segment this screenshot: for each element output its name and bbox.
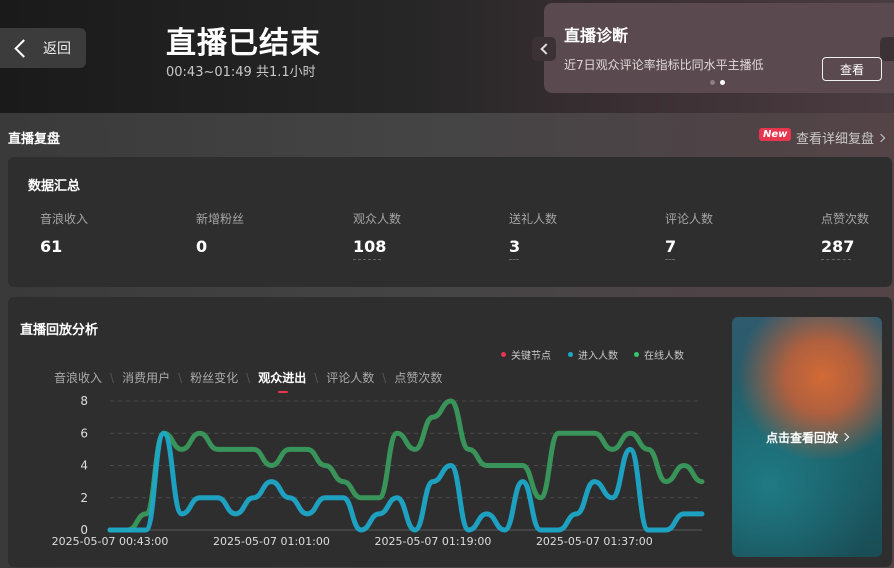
y-tick-label: 6 [80, 426, 88, 440]
y-tick-label: 8 [80, 394, 88, 408]
summary-title: 数据汇总 [28, 179, 81, 194]
carousel-dot-active[interactable] [720, 80, 725, 85]
view-diagnosis-button[interactable]: 查看 [822, 57, 882, 81]
carousel-next-button[interactable] [880, 37, 894, 61]
metric-label: 音浪收入 [40, 212, 89, 226]
x-tick-label: 2025-05-07 00:43:00 [52, 535, 169, 548]
y-tick-label: 2 [80, 491, 88, 505]
replay-label: 点击查看回放 [765, 430, 838, 445]
metric-value: 0 [196, 237, 208, 256]
metric-underline [353, 256, 381, 260]
metric-label: 评论人数 [665, 212, 714, 226]
diagnosis-description: 近7日观众评论率指标比同水平主播低 [564, 58, 764, 72]
metric-value: 3 [509, 237, 521, 256]
metric-commenters[interactable]: 评论人数 7 [665, 210, 713, 260]
back-button[interactable]: 返回 [0, 28, 86, 68]
detailed-review-link[interactable]: 查看详细复盘 [796, 128, 886, 147]
metric-value: 61 [40, 237, 63, 256]
metric-value: 108 [353, 237, 387, 256]
carousel-dots [710, 80, 725, 85]
metric-label: 观众人数 [353, 212, 402, 226]
viewer-flow-chart: 024682025-05-07 00:43:00 2025-05-07 01:01… [52, 394, 705, 548]
metric-revenue: 音浪收入 61 [40, 210, 88, 256]
live-duration: 00:43~01:49 共1.1小时 [166, 65, 316, 80]
y-tick-label: 4 [80, 459, 88, 473]
new-badge: New [759, 128, 792, 141]
diagnosis-title: 直播诊断 [564, 26, 629, 45]
x-tick-label: 2025-05-07 01:01:00 [213, 535, 330, 548]
detailed-review-label: 查看详细复盘 [796, 132, 875, 147]
metric-underline [821, 256, 851, 260]
x-tick-label: 2025-05-07 01:19:00 [374, 535, 491, 548]
chevron-right-icon [876, 133, 886, 142]
metric-viewers[interactable]: 观众人数 108 [353, 210, 401, 260]
metric-new-fans: 新增粉丝 0 [196, 210, 244, 256]
metric-value: 7 [665, 237, 677, 256]
metric-label: 点赞次数 [821, 212, 870, 226]
replay-thumbnail[interactable]: 点击查看回放 [732, 317, 882, 557]
metric-likes[interactable]: 点赞次数 287 [821, 210, 869, 260]
data-summary-card: 数据汇总 音浪收入 61 新增粉丝 0 观众人数 108 送礼人数 3 评论人数… [8, 157, 892, 287]
metric-value: 287 [821, 237, 855, 256]
back-label: 返回 [43, 41, 71, 57]
metric-underline [665, 256, 675, 260]
review-section-title: 直播复盘 [8, 132, 61, 147]
metric-underline [509, 256, 519, 260]
diagnosis-card: 直播诊断 近7日观众评论率指标比同水平主播低 查看 [532, 3, 894, 93]
x-tick-label: 2025-05-07 01:37:00 [536, 535, 653, 548]
carousel-prev-button[interactable] [532, 37, 556, 61]
page-title: 直播已结束 [166, 26, 321, 61]
chevron-left-icon [539, 43, 552, 55]
chevron-left-icon [14, 38, 33, 58]
carousel-dot[interactable] [710, 80, 715, 85]
metric-label: 新增粉丝 [196, 212, 245, 226]
metric-label: 送礼人数 [509, 212, 558, 226]
replay-analysis-card: 直播回放分析 关键节点 进入人数 在线人数 音浪收入 \ 消费用户 \ 粉丝变化… [8, 297, 892, 567]
metric-gifters[interactable]: 送礼人数 3 [509, 210, 557, 260]
chevron-right-icon [840, 432, 850, 442]
